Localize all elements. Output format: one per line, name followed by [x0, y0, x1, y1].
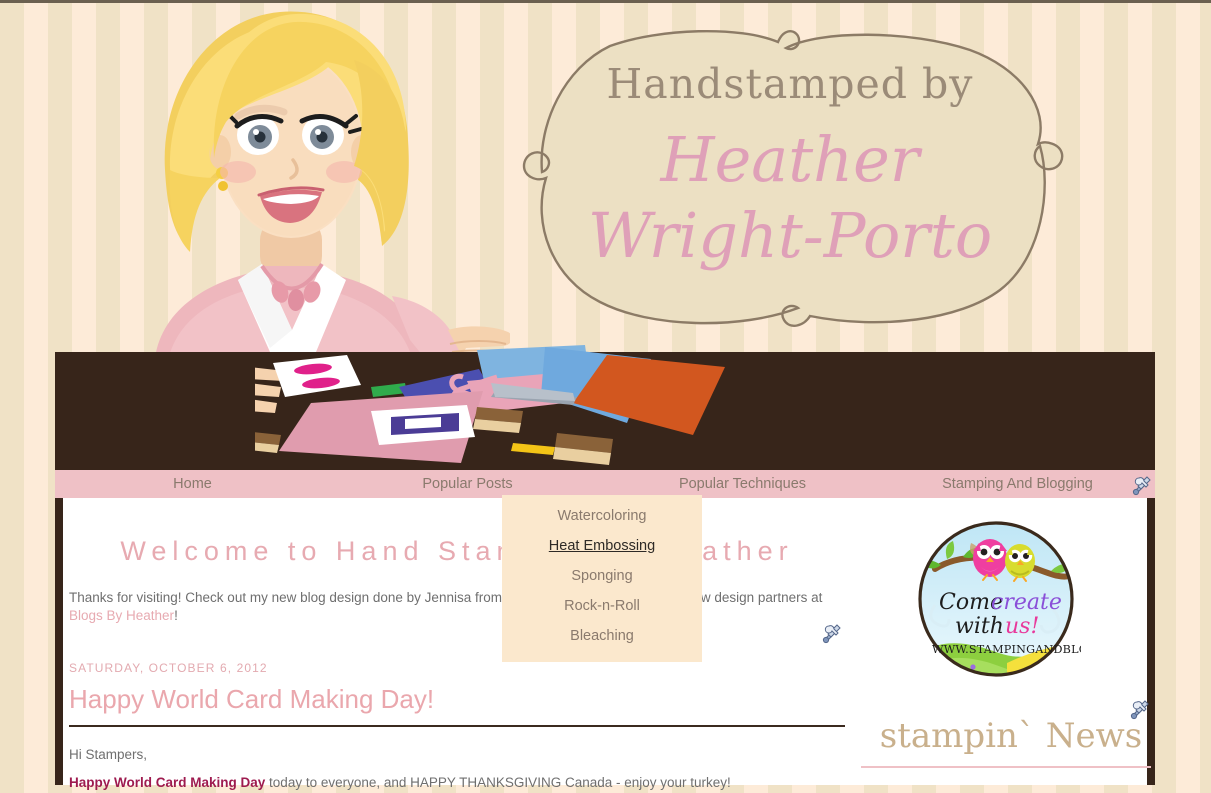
- post-date: SATURDAY, OCTOBER 6, 2012: [69, 661, 268, 676]
- nav-item-popular-posts[interactable]: Popular Posts: [330, 476, 605, 492]
- post-body-line: Happy World Card Making Day today to eve…: [69, 773, 845, 793]
- blogs-by-heather-link[interactable]: Blogs By Heather: [69, 608, 174, 623]
- nav-item-stamping-and-blogging[interactable]: Stamping And Blogging: [880, 476, 1155, 492]
- site-title-frame: Handstamped by Heather Wright-Porto: [490, 18, 1090, 343]
- main-navigation-bar: Home Popular Posts Popular Techniques St…: [55, 470, 1155, 498]
- popular-techniques-dropdown: Watercoloring Heat Embossing Sponging Ro…: [502, 495, 702, 662]
- craft-supplies-illustration: [255, 345, 725, 470]
- page-title: Welcome to Hand Stamped by Heather: [120, 536, 794, 566]
- main-column: Welcome to Hand Stamped by Heather Thank…: [63, 498, 861, 790]
- come-create-with-us-badge[interactable]: Come create with us! WWW.STAMPINGANDBLOG…: [911, 513, 1081, 685]
- site-header-banner: Handstamped by Heather Wright-Porto: [0, 0, 1211, 470]
- dropdown-item-sponging[interactable]: Sponging: [502, 561, 702, 591]
- dropdown-item-rock-n-roll[interactable]: Rock-n-Roll: [502, 591, 702, 621]
- intro-text-part2: !: [174, 608, 178, 624]
- svg-text:with: with: [955, 614, 1004, 639]
- sidebar-column: Come create with us! WWW.STAMPINGANDBLOG…: [861, 498, 1151, 785]
- wrench-screwdriver-icon[interactable]: [821, 622, 843, 644]
- dropdown-item-heat-embossing[interactable]: Heat Embossing: [502, 531, 702, 561]
- stampin-news-underline: [861, 766, 1151, 768]
- post-body-strong: Happy World Card Making Day: [69, 774, 266, 790]
- nav-item-popular-techniques[interactable]: Popular Techniques: [605, 476, 880, 492]
- dropdown-item-watercoloring[interactable]: Watercoloring: [502, 501, 702, 531]
- intro-paragraph: Thanks for visiting! Check out my new bl…: [63, 589, 851, 625]
- intro-text-part1: Thanks for visiting! Check out my new bl…: [69, 590, 823, 605]
- post-body: Hi Stampers, Happy World Card Making Day…: [63, 727, 851, 793]
- post-body-rest: today to everyone, and HAPPY THANKSGIVIN…: [265, 774, 731, 790]
- nav-item-home[interactable]: Home: [55, 476, 330, 492]
- post-title[interactable]: Happy World Card Making Day!: [63, 684, 851, 715]
- wrench-screwdriver-icon[interactable]: [1131, 474, 1153, 496]
- page-root: Handstamped by Heather Wright-Porto Home…: [0, 0, 1211, 790]
- post-greeting: Hi Stampers,: [69, 747, 148, 763]
- svg-text:us!: us!: [1005, 614, 1039, 639]
- stampin-news-heading: stampin` News: [879, 716, 1143, 756]
- svg-text:WWW.STAMPINGANDBLOGGING.COM: WWW.STAMPINGANDBLOGGING.COM: [932, 643, 1081, 656]
- dropdown-item-bleaching[interactable]: Bleaching: [502, 621, 702, 651]
- svg-text:create: create: [991, 590, 1062, 615]
